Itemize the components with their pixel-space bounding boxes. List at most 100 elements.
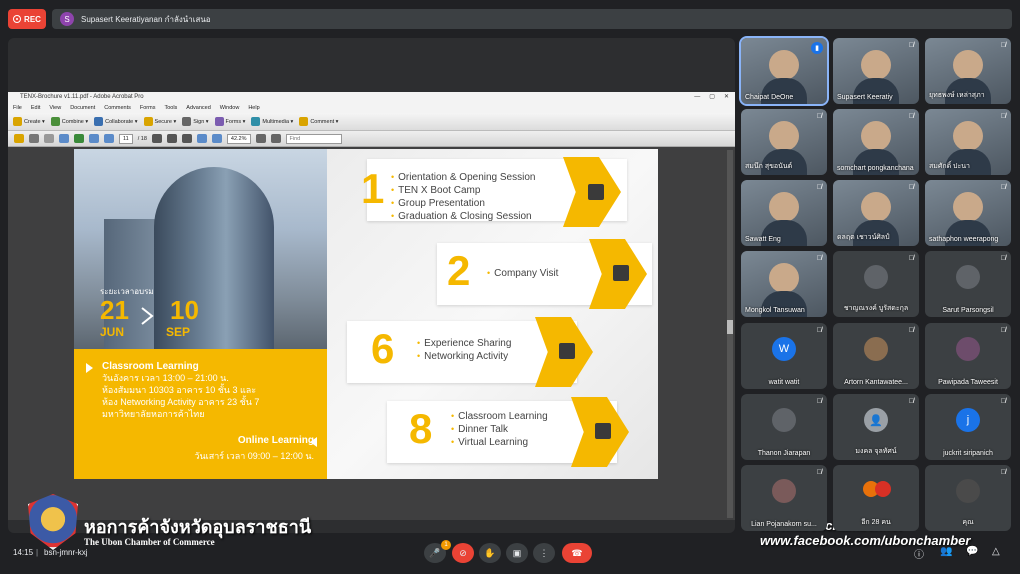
activities-button[interactable]: △ <box>992 546 1000 557</box>
menu-help[interactable]: Help <box>248 103 259 113</box>
participant-tile[interactable]: 🎙̸ ยุทธพงษ์ เหล่าสุภา <box>925 38 1011 104</box>
comment-button[interactable]: Comment ▾ <box>299 117 338 126</box>
chamber-name-english: The Ubon Chamber of Commerce <box>84 537 215 547</box>
hand-icon[interactable] <box>166 134 177 143</box>
participant-tile[interactable]: 🎙̸ Artorn Kantawatee... <box>833 323 919 389</box>
participant-tile[interactable]: j 🎙̸ juckrit siripanich <box>925 394 1011 460</box>
participant-tile[interactable]: ▮ Chaipat DeOne <box>739 36 829 106</box>
presenter-bar[interactable]: S Supasert Keeratiyanan กำลังนำเสนอ <box>52 9 1012 29</box>
multimedia-button[interactable]: Multimedia ▾ <box>251 117 293 126</box>
participant-tile[interactable]: 🎙̸ คุณ <box>925 465 1011 531</box>
globe-icon[interactable] <box>74 134 84 143</box>
participant-avatar <box>956 479 980 503</box>
more-options-button[interactable]: ⋮ <box>533 543 555 563</box>
participant-tile[interactable]: 🎙̸ Mongkol Tansuwan <box>741 251 827 317</box>
minimize-button[interactable]: — <box>694 92 700 103</box>
end-call-button[interactable]: ☎ <box>562 543 592 563</box>
date-end: 10 <box>170 295 199 325</box>
next-page-icon[interactable] <box>104 134 114 143</box>
section-item: Networking Activity <box>417 350 511 363</box>
people-button[interactable]: 👥 <box>940 546 952 557</box>
participant-tile[interactable]: อีก 28 คน <box>833 465 919 531</box>
facebook-watermark: www.facebook.com/ubonchamber <box>760 533 971 548</box>
meeting-code[interactable]: bsn-jmnr-kxj <box>44 548 88 557</box>
menu-comments[interactable]: Comments <box>104 103 131 113</box>
present-button[interactable]: ▣ <box>506 543 528 563</box>
building-icon <box>613 265 629 281</box>
sections-panel: 1 Orientation & Opening Session TEN X Bo… <box>327 149 658 479</box>
fit-page-icon[interactable] <box>255 134 266 143</box>
participant-name: มงคล จุลทัศน์ <box>855 448 897 455</box>
mic-off-icon: 🎤 <box>429 547 441 558</box>
zoom-out-icon[interactable] <box>196 134 207 143</box>
menu-window[interactable]: Window <box>220 103 240 113</box>
collaborate-button[interactable]: Collaborate ▾ <box>94 117 138 126</box>
presenter-avatar: S <box>60 12 74 26</box>
participant-tile[interactable]: 🎙̸ sathaphon weerapong <box>925 180 1011 246</box>
participant-tile[interactable]: 🎙̸ Sarut Parsongsil <box>925 251 1011 317</box>
play-arrow-icon <box>141 307 154 325</box>
participant-tile[interactable]: 🎙̸ Thanon Jiarapan <box>741 394 827 460</box>
zoom-in-icon[interactable] <box>211 134 222 143</box>
camera-button[interactable]: ⊘ <box>452 543 474 563</box>
participant-tile[interactable]: W 🎙̸ watit watit <box>741 323 827 389</box>
maximize-button[interactable]: ▢ <box>709 92 715 103</box>
mic-muted-icon: 🎙̸ <box>816 469 822 476</box>
save-icon[interactable] <box>44 134 54 143</box>
participant-tile[interactable]: 🎙̸ สมนึก สุขอนันต์ <box>741 109 827 175</box>
participant-tile[interactable]: 🎙̸ Supasert Keeratiy <box>833 38 919 104</box>
chamber-logo <box>28 494 78 550</box>
pdf-scrollbar[interactable] <box>727 150 733 518</box>
select-icon[interactable] <box>151 134 162 143</box>
menu-edit[interactable]: Edit <box>31 103 40 113</box>
clock: 14:15 <box>13 548 34 557</box>
print-icon[interactable] <box>29 134 39 143</box>
menu-forms[interactable]: Forms <box>140 103 156 113</box>
menu-file[interactable]: File <box>13 103 22 113</box>
mic-muted-icon: 🎙̸ <box>1000 327 1006 334</box>
sign-button[interactable]: Sign ▾ <box>182 117 209 126</box>
open-folder-icon[interactable] <box>14 134 24 143</box>
prev-page-icon[interactable] <box>89 134 99 143</box>
combine-button[interactable]: Combine ▾ <box>50 117 88 126</box>
participant-tile[interactable]: 🎙̸ somchart pongkanchana <box>833 109 919 175</box>
mic-muted-icon: 🎙̸ <box>816 327 822 334</box>
acrobat-title-bar: TENX-Brochure v1.11.pdf - Adobe Acrobat … <box>8 92 735 103</box>
scroll-thumb[interactable] <box>727 320 733 334</box>
participant-tile[interactable]: 🎙̸ ชาญณรงค์ บูรัสดะกุล <box>833 251 919 317</box>
email-icon[interactable] <box>59 134 69 143</box>
participant-tile[interactable]: 🎙̸ Pawipada Taweesit <box>925 323 1011 389</box>
menu-advanced[interactable]: Advanced <box>186 103 210 113</box>
participant-name: ยุทธพงษ์ เหล่าสุภา <box>929 92 985 99</box>
find-input[interactable]: Find <box>285 133 342 144</box>
forms-button[interactable]: Forms ▾ <box>214 117 245 126</box>
zoom-select[interactable]: 42.2% <box>226 133 251 144</box>
page-number-input[interactable]: 11 <box>119 133 133 144</box>
raise-hand-button[interactable]: ✋ <box>479 543 501 563</box>
mic-muted-icon: 🎙̸ <box>1000 398 1006 405</box>
secure-button[interactable]: Secure ▾ <box>143 117 176 126</box>
participant-tile[interactable]: 🎙̸ ดลฤต เชาวน์ศิลป์ <box>833 180 919 246</box>
participant-video <box>953 121 983 151</box>
participant-name: คุณ <box>962 519 974 526</box>
create-icon <box>13 117 22 126</box>
forms-icon <box>214 117 224 126</box>
section-item: Company Visit <box>487 267 558 280</box>
menu-document[interactable]: Document <box>70 103 95 113</box>
mic-muted-icon: 🎙̸ <box>1000 113 1006 120</box>
close-button[interactable]: ✕ <box>724 92 729 103</box>
menu-view[interactable]: View <box>49 103 61 113</box>
menu-tools[interactable]: Tools <box>164 103 177 113</box>
marquee-zoom-icon[interactable] <box>181 134 192 143</box>
participant-tile[interactable]: 🎙̸ Lian Pojanakorn su... <box>741 465 827 531</box>
info-button[interactable]: ⓘ <box>914 546 924 561</box>
create-button[interactable]: Create ▾ <box>13 117 45 126</box>
participant-name: ดลฤต เชาวน์ศิลป์ <box>837 234 890 241</box>
participant-tile[interactable]: 🎙̸ Sawatt Eng <box>741 180 827 246</box>
mic-muted-icon: 🎙̸ <box>908 113 914 120</box>
people-icon: 👥 <box>940 546 953 557</box>
participant-tile[interactable]: 👤 🎙̸ มงคล จุลทัศน์ <box>833 394 919 460</box>
chat-button[interactable]: 💬 <box>966 546 978 557</box>
fit-width-icon[interactable] <box>270 134 281 143</box>
participant-tile[interactable]: 🎙̸ สมศักดิ์ ปะนา <box>925 109 1011 175</box>
